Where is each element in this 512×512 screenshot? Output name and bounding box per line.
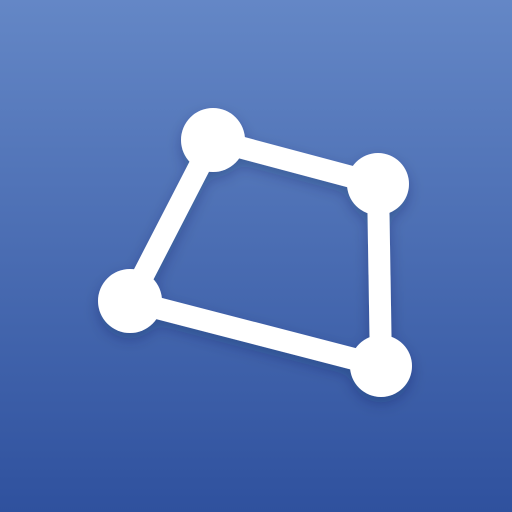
vertex-node-top-right <box>347 153 409 215</box>
background-gradient <box>0 0 512 512</box>
vertex-node-bottom-right <box>350 335 412 397</box>
app-icon-artwork <box>0 0 512 512</box>
vertex-node-top-left <box>181 108 245 172</box>
vertex-node-left <box>98 269 162 333</box>
app-icon <box>0 0 512 512</box>
